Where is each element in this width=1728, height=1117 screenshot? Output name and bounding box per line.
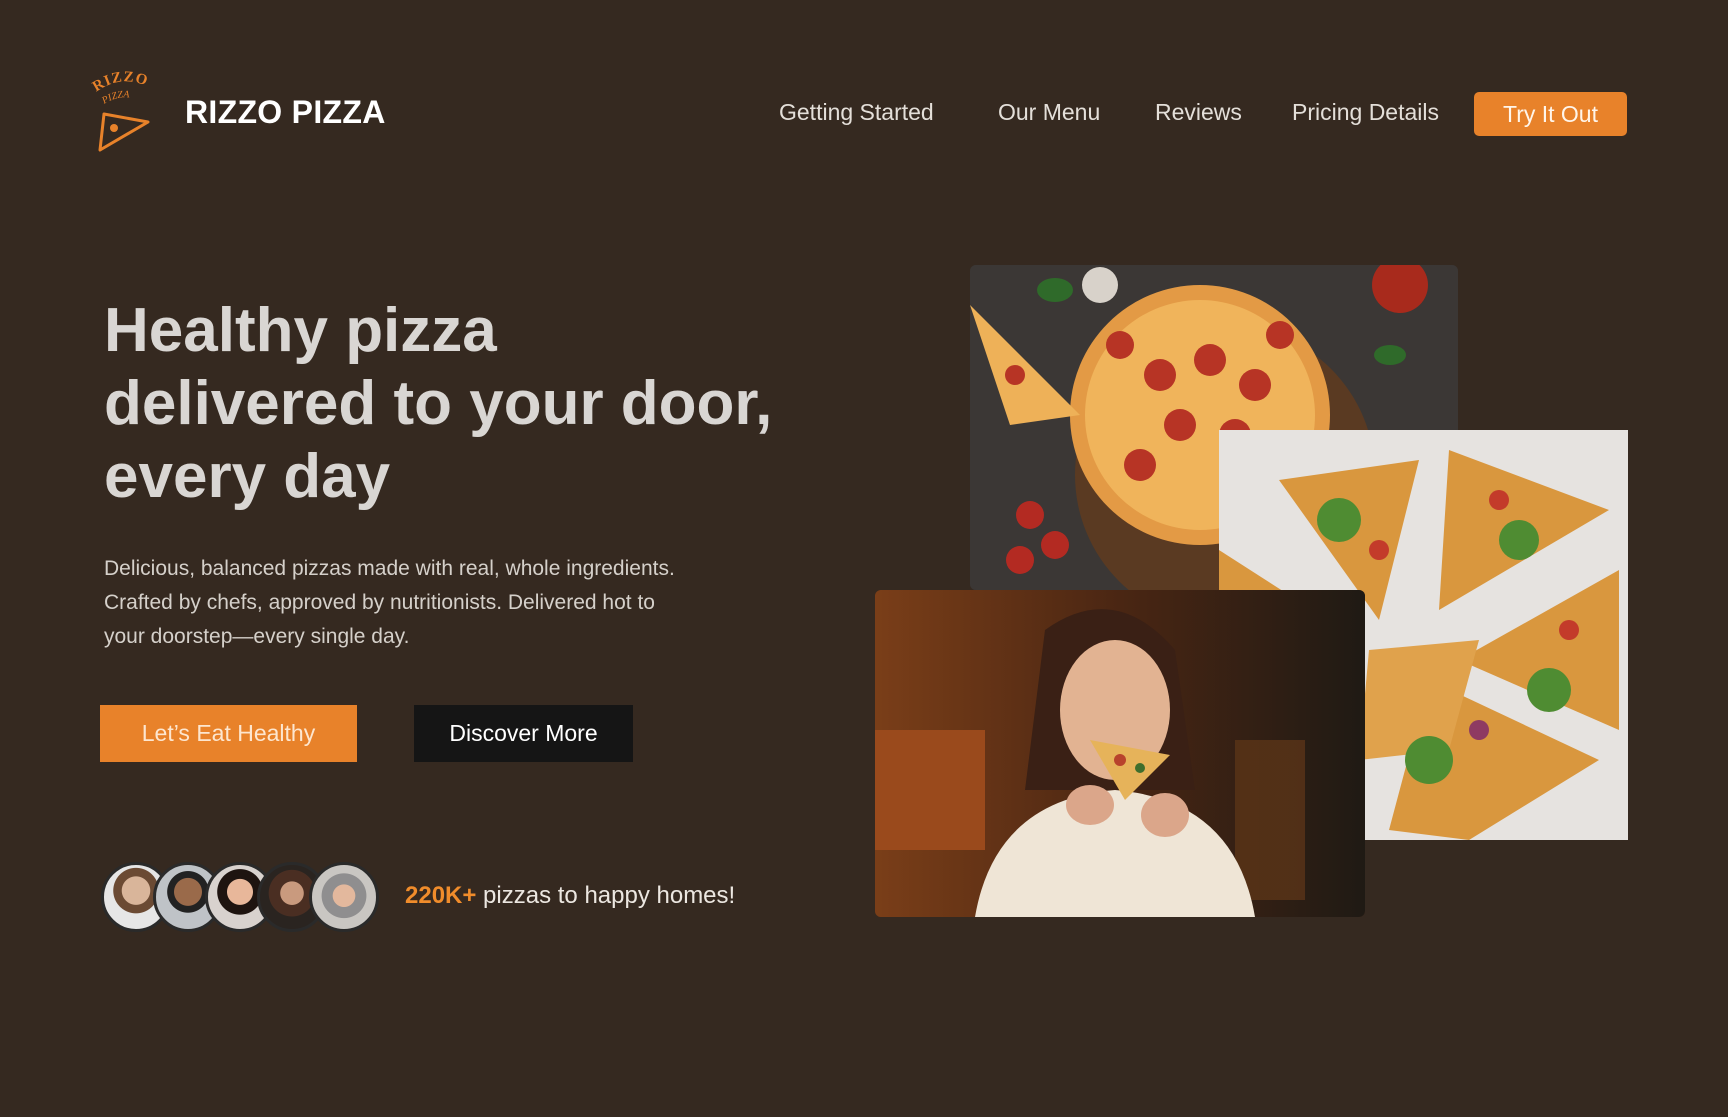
social-proof-label: pizzas to happy homes! [476,882,736,909]
pizza-count: 220K+ [405,882,477,909]
avatar [309,862,379,932]
subtext-line: Delicious, balanced pizzas made with rea… [104,557,675,580]
brand-logo[interactable]: RIZZO PIZZA [90,69,168,154]
svg-text:PIZZA: PIZZA [99,89,130,107]
nav-pricing-details[interactable]: Pricing Details [1292,99,1439,126]
logo-text-bottom: PIZZA [99,89,130,107]
nav-reviews[interactable]: Reviews [1155,99,1242,126]
social-proof-text: 220K+ pizzas to happy homes! [405,882,735,910]
try-it-out-button[interactable]: Try It Out [1474,92,1627,136]
nav-getting-started[interactable]: Getting Started [779,99,934,126]
headline-line: every day [104,442,391,511]
pizza-slice-icon: RIZZO PIZZA [90,69,150,152]
discover-more-button[interactable]: Discover More [414,705,633,762]
headline-line: Healthy pizza [104,296,497,365]
headline-line: delivered to your door, [104,369,773,438]
subtext-line: your doorstep—every single day. [104,625,410,648]
brand-name[interactable]: RIZZO PIZZA [185,94,386,131]
landing-page: RIZZO PIZZA RIZZO PIZZA Getting Started … [0,0,1728,1117]
hero-headline: Healthy pizza delivered to your door, ev… [104,294,784,513]
lets-eat-healthy-button[interactable]: Let’s Eat Healthy [100,705,357,762]
hero-subtext: Delicious, balanced pizzas made with rea… [104,552,724,654]
woman-eating-pizza-photo [875,590,1365,917]
customer-avatars [101,862,381,932]
nav-our-menu[interactable]: Our Menu [998,99,1100,126]
subtext-line: Crafted by chefs, approved by nutritioni… [104,591,655,614]
